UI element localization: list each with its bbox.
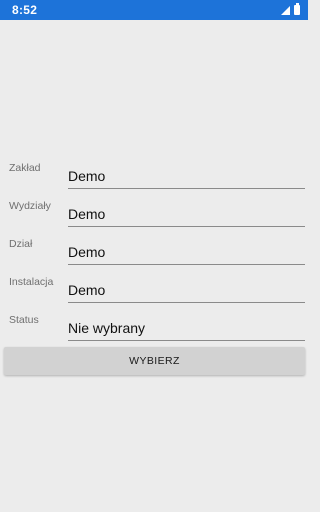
form-row-dzial: Dział Demo: [0, 238, 308, 268]
field-label-instalacja: Instalacja: [9, 276, 54, 288]
form-row-zaklad: Zakład Demo: [0, 162, 308, 192]
status-bar: 8:52: [0, 0, 308, 20]
field-label-dzial: Dział: [9, 238, 33, 250]
field-input-status[interactable]: Nie wybrany: [68, 321, 305, 341]
status-icons: [281, 3, 300, 15]
field-input-zaklad[interactable]: Demo: [68, 169, 305, 189]
status-time: 8:52: [12, 3, 38, 17]
form-row-wydzialy: Wydziały Demo: [0, 200, 308, 230]
field-input-instalacja[interactable]: Demo: [68, 283, 305, 303]
select-button[interactable]: WYBIERZ: [4, 347, 305, 375]
field-label-status: Status: [9, 314, 39, 326]
battery-icon: [294, 3, 300, 15]
field-label-zaklad: Zakład: [9, 162, 41, 174]
form-row-instalacja: Instalacja Demo: [0, 276, 308, 306]
field-label-wydzialy: Wydziały: [9, 200, 51, 212]
field-input-wydzialy[interactable]: Demo: [68, 207, 305, 227]
form-row-status: Status Nie wybrany: [0, 314, 308, 344]
field-input-dzial[interactable]: Demo: [68, 245, 305, 265]
signal-icon: [281, 6, 290, 15]
